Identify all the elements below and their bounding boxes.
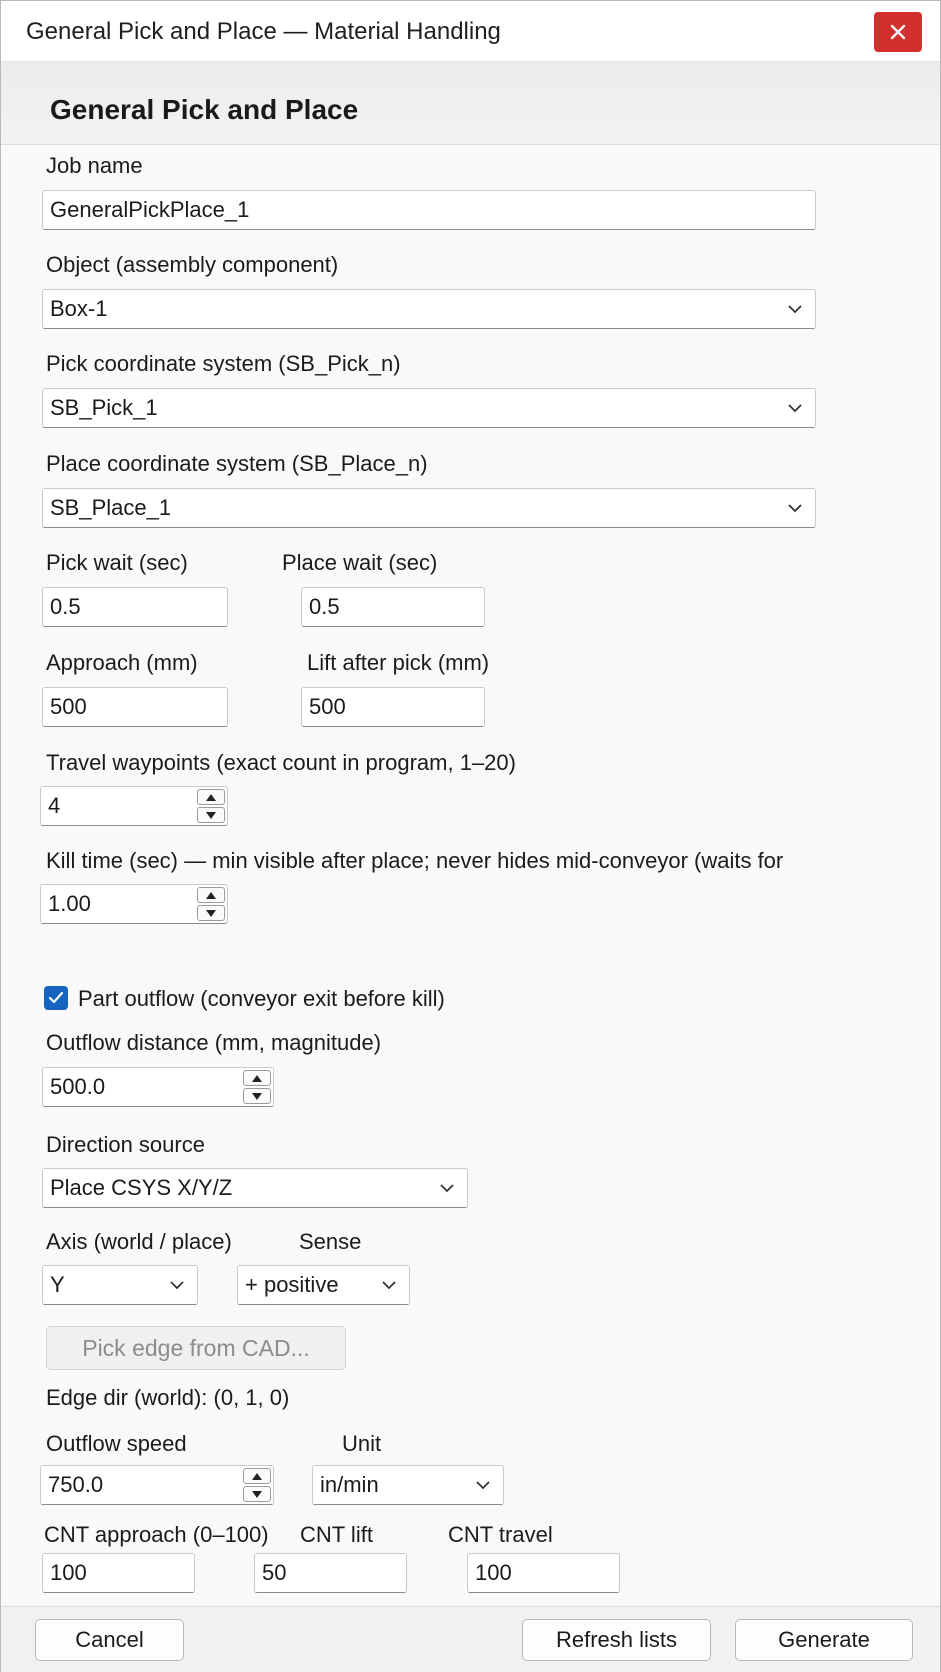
edge-dir-text: Edge dir (world): (0, 1, 0) xyxy=(46,1385,290,1410)
refresh-lists-button[interactable]: Refresh lists xyxy=(522,1619,711,1661)
outflow-speed-value: 750.0 xyxy=(48,1472,104,1497)
window-title: General Pick and Place — Material Handli… xyxy=(26,18,501,45)
cnt-travel-label: CNT travel xyxy=(448,1522,553,1547)
sense-label: Sense xyxy=(299,1229,362,1254)
cnt-approach-input[interactable]: 100 xyxy=(42,1553,195,1593)
cancel-button[interactable]: Cancel xyxy=(35,1619,184,1661)
axis-value: Y xyxy=(50,1272,65,1297)
unit-value: in/min xyxy=(320,1472,379,1497)
spin-up-icon xyxy=(206,793,216,801)
job-name-input[interactable]: GeneralPickPlace_1 xyxy=(42,190,816,230)
spin-up-icon xyxy=(252,1472,262,1480)
sense-value: + positive xyxy=(245,1272,339,1297)
cnt-lift-input[interactable]: 50 xyxy=(254,1553,407,1593)
page-title: General Pick and Place xyxy=(50,94,359,125)
chevron-down-icon xyxy=(476,1481,490,1490)
close-button[interactable] xyxy=(874,12,922,52)
travel-waypoints-spinbox[interactable]: 4 xyxy=(40,786,228,826)
kill-time-spinbox[interactable]: 1.00 xyxy=(40,884,228,924)
pick-edge-button: Pick edge from CAD... xyxy=(46,1326,346,1370)
spin-down-icon xyxy=(252,1092,262,1100)
cnt-travel-input[interactable]: 100 xyxy=(467,1553,620,1593)
pick-wait-input[interactable]: 0.5 xyxy=(42,587,228,627)
spin-up-button[interactable] xyxy=(243,1070,271,1086)
cnt-approach-label: CNT approach (0–100) xyxy=(44,1522,269,1547)
travel-waypoints-label: Travel waypoints (exact count in program… xyxy=(46,750,516,775)
pick-csys-select[interactable]: SB_Pick_1 xyxy=(42,388,816,428)
title-bar: General Pick and Place — Material Handli… xyxy=(1,1,940,62)
travel-waypoints-value: 4 xyxy=(48,793,61,818)
spin-up-button[interactable] xyxy=(243,1468,271,1484)
spin-down-icon xyxy=(206,811,216,819)
cnt-lift-label: CNT lift xyxy=(300,1522,373,1547)
part-outflow-checkbox[interactable] xyxy=(44,986,68,1010)
checkmark-icon xyxy=(48,991,64,1004)
part-outflow-label[interactable]: Part outflow (conveyor exit before kill) xyxy=(78,986,445,1012)
approach-label: Approach (mm) xyxy=(46,650,198,675)
axis-select[interactable]: Y xyxy=(42,1265,198,1305)
spin-down-button[interactable] xyxy=(243,1088,271,1104)
outflow-distance-label: Outflow distance (mm, magnitude) xyxy=(46,1030,382,1055)
generate-button[interactable]: Generate xyxy=(735,1619,913,1661)
outflow-distance-spinbox[interactable]: 500.0 xyxy=(42,1067,274,1107)
outflow-speed-spinbox[interactable]: 750.0 xyxy=(40,1465,274,1505)
chevron-down-icon xyxy=(788,305,802,314)
spin-up-icon xyxy=(206,891,216,899)
spin-down-button[interactable] xyxy=(243,1486,271,1502)
sense-select[interactable]: + positive xyxy=(237,1265,410,1305)
spin-down-icon xyxy=(206,909,216,917)
place-csys-value: SB_Place_1 xyxy=(50,495,172,520)
chevron-down-icon xyxy=(382,1281,396,1290)
footer-bar: Cancel Refresh lists Generate xyxy=(1,1606,940,1672)
place-csys-select[interactable]: SB_Place_1 xyxy=(42,488,816,528)
approach-input[interactable]: 500 xyxy=(42,687,228,727)
spin-up-icon xyxy=(252,1074,262,1082)
spin-down-button[interactable] xyxy=(197,905,225,921)
spin-down-icon xyxy=(252,1490,262,1498)
spin-down-button[interactable] xyxy=(197,807,225,823)
pick-csys-label: Pick coordinate system (SB_Pick_n) xyxy=(46,351,401,376)
place-wait-input[interactable]: 0.5 xyxy=(301,587,485,627)
place-csys-label: Place coordinate system (SB_Place_n) xyxy=(46,451,428,476)
direction-source-value: Place CSYS X/Y/Z xyxy=(50,1175,233,1200)
place-wait-label: Place wait (sec) xyxy=(282,550,438,575)
lift-after-pick-label: Lift after pick (mm) xyxy=(307,650,490,675)
unit-select[interactable]: in/min xyxy=(312,1465,504,1505)
object-select[interactable]: Box-1 xyxy=(42,289,816,329)
axis-label: Axis (world / place) xyxy=(46,1229,232,1254)
object-select-value: Box-1 xyxy=(50,296,108,321)
spin-up-button[interactable] xyxy=(197,887,225,903)
chevron-down-icon xyxy=(788,404,802,413)
job-name-label: Job name xyxy=(46,153,143,178)
kill-time-label: Kill time (sec) — min visible after plac… xyxy=(46,848,784,873)
pick-csys-value: SB_Pick_1 xyxy=(50,395,158,420)
pick-wait-label: Pick wait (sec) xyxy=(46,550,188,575)
direction-source-label: Direction source xyxy=(46,1132,205,1157)
lift-after-pick-input[interactable]: 500 xyxy=(301,687,485,727)
kill-time-value: 1.00 xyxy=(48,891,91,916)
close-icon xyxy=(890,24,906,40)
spin-up-button[interactable] xyxy=(197,789,225,805)
chevron-down-icon xyxy=(788,504,802,513)
direction-source-select[interactable]: Place CSYS X/Y/Z xyxy=(42,1168,468,1208)
outflow-speed-label: Outflow speed xyxy=(46,1431,187,1456)
chevron-down-icon xyxy=(170,1281,184,1290)
chevron-down-icon xyxy=(440,1184,454,1193)
unit-label: Unit xyxy=(342,1431,382,1456)
dialog-window: General Pick and Place — Material Handli… xyxy=(0,0,941,1672)
object-label: Object (assembly component) xyxy=(46,252,339,277)
outflow-distance-value: 500.0 xyxy=(50,1074,106,1099)
